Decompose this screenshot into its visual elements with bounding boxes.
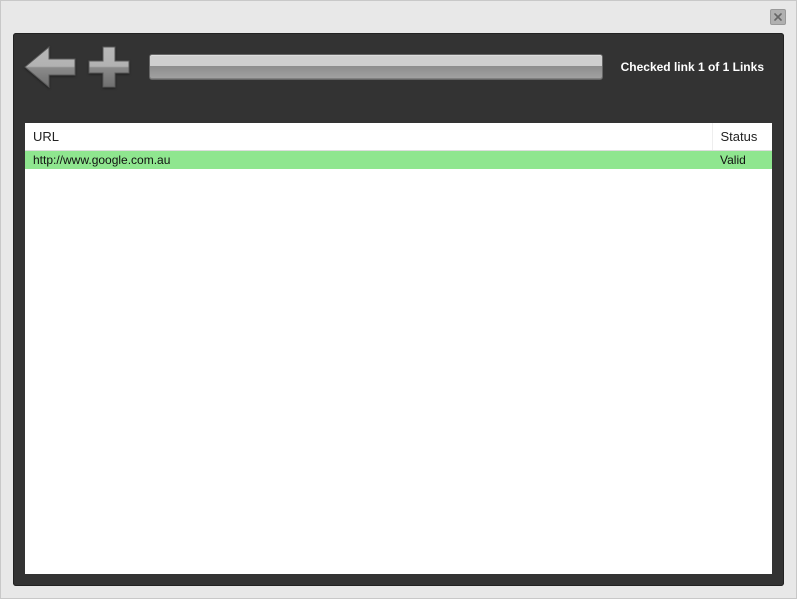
table-header-row: URL Status	[25, 123, 772, 151]
close-button[interactable]	[770, 9, 786, 25]
column-header-url[interactable]: URL	[25, 123, 712, 151]
results-table: URL Status http://www.google.com.auValid	[25, 123, 772, 169]
progress-bar	[149, 54, 603, 80]
column-header-status[interactable]: Status	[712, 123, 772, 151]
add-button[interactable]	[85, 43, 133, 91]
cell-url: http://www.google.com.au	[25, 151, 712, 170]
close-icon	[774, 13, 782, 21]
main-panel: Checked link 1 of 1 Links URL Status htt…	[13, 33, 784, 586]
back-button[interactable]	[21, 43, 79, 91]
app-window: Checked link 1 of 1 Links URL Status htt…	[0, 0, 797, 599]
back-arrow-icon	[21, 43, 79, 91]
toolbar: Checked link 1 of 1 Links	[13, 33, 784, 101]
results-table-area: URL Status http://www.google.com.auValid	[25, 123, 772, 574]
plus-icon	[85, 43, 133, 91]
cell-status: Valid	[712, 151, 772, 170]
table-row[interactable]: http://www.google.com.auValid	[25, 151, 772, 170]
status-text: Checked link 1 of 1 Links	[621, 60, 764, 74]
